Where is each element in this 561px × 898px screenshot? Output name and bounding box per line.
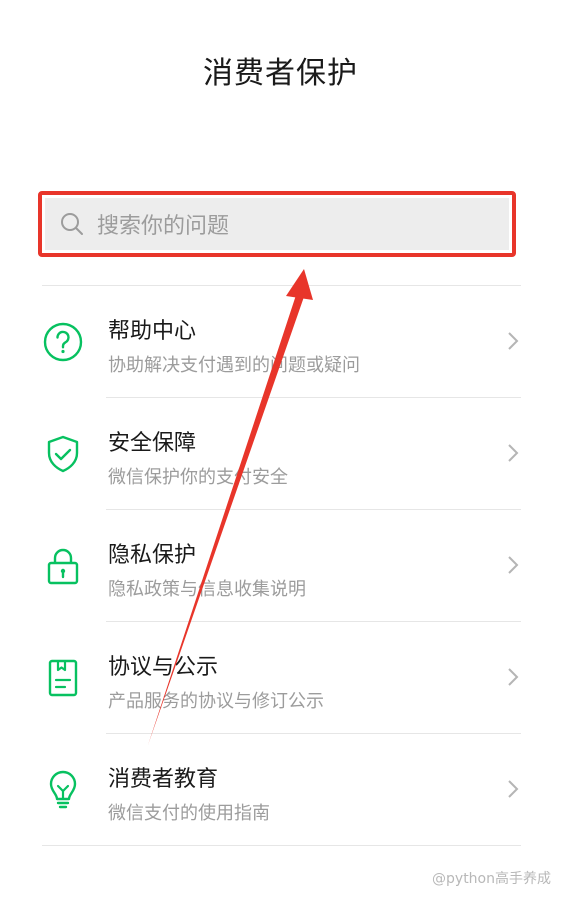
chevron-right-icon (508, 556, 519, 574)
chevron-right-icon (508, 780, 519, 798)
item-title: 安全保障 (108, 431, 197, 456)
item-title: 消费者教育 (108, 767, 219, 792)
watermark: @python高手养成 (432, 871, 551, 887)
item-description: 微信保护你的支付安全 (108, 467, 288, 488)
search-placeholder: 搜索你的问题 (97, 214, 230, 239)
chevron-right-icon (508, 444, 519, 462)
item-description: 微信支付的使用指南 (108, 803, 270, 824)
list-item-help-center[interactable]: 帮助中心 协助解决支付遇到的问题或疑问 (0, 285, 561, 397)
item-description: 协助解决支付遇到的问题或疑问 (108, 355, 360, 376)
search-bar[interactable]: 搜索你的问题 (45, 198, 509, 250)
item-title: 帮助中心 (108, 319, 197, 344)
item-description: 隐私政策与信息收集说明 (108, 579, 306, 600)
chevron-right-icon (508, 332, 519, 350)
question-circle-icon (43, 322, 83, 362)
divider (42, 845, 521, 846)
lightbulb-icon (49, 770, 77, 809)
item-title: 隐私保护 (108, 543, 197, 568)
lock-icon (47, 548, 79, 585)
search-highlight-box: 搜索你的问题 (38, 191, 516, 257)
item-title: 协议与公示 (108, 655, 219, 680)
chevron-right-icon (508, 668, 519, 686)
list-item-agreements[interactable]: 协议与公示 产品服务的协议与修订公示 (0, 621, 561, 733)
document-icon (48, 659, 78, 697)
item-description: 产品服务的协议与修订公示 (108, 691, 324, 712)
shield-check-icon (47, 435, 79, 473)
page-title: 消费者保护 (203, 56, 358, 91)
search-icon (61, 213, 83, 235)
list-item-privacy[interactable]: 隐私保护 隐私政策与信息收集说明 (0, 509, 561, 621)
list-item-education[interactable]: 消费者教育 微信支付的使用指南 (0, 733, 561, 845)
list-item-security[interactable]: 安全保障 微信保护你的支付安全 (0, 397, 561, 509)
